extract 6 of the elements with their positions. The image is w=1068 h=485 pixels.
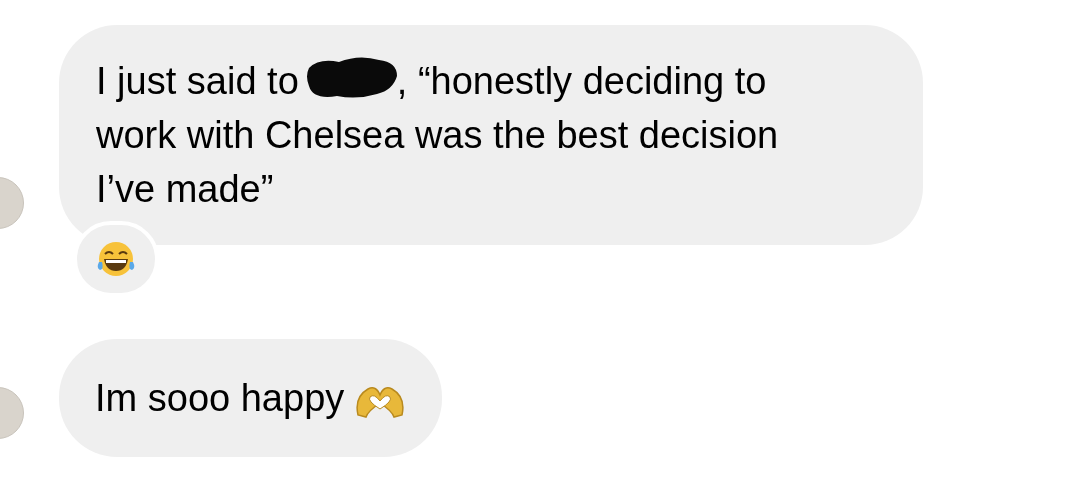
laughing-face-icon [96, 240, 136, 278]
message-text: Im sooo happy [95, 377, 345, 419]
message-text: I just said to [96, 60, 299, 102]
message-text: work with Chelsea was the best decision [96, 113, 779, 158]
message-text: I’ve made” [96, 167, 274, 212]
message-text: , “honestly deciding to [396, 60, 767, 102]
